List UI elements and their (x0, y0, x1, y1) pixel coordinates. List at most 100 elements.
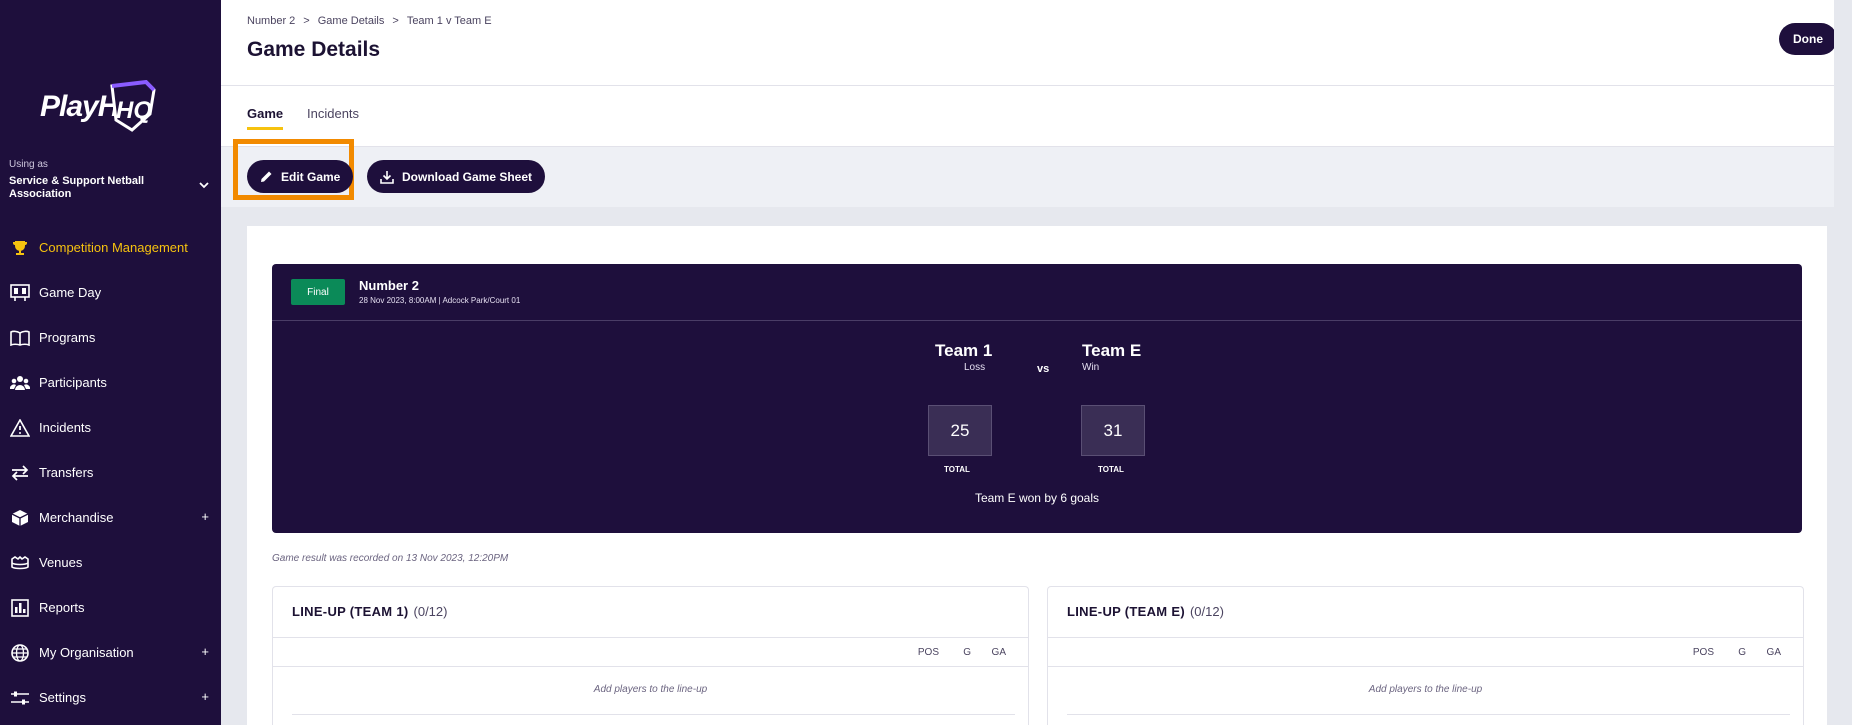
edit-game-button[interactable]: Edit Game (247, 160, 354, 193)
sidebar-item-programs[interactable]: Programs (0, 315, 221, 360)
book-icon (10, 328, 30, 348)
sidebar-item-label: Participants (39, 375, 107, 390)
scoreboard-icon (10, 283, 30, 303)
sidebar-item-label: Venues (39, 555, 83, 570)
column-header-pos: POS (917, 647, 939, 658)
playhq-logo[interactable]: PlayHQ HQ (40, 80, 160, 132)
trophy-icon (10, 238, 30, 258)
lineup-title: LINE-UP (TEAM E) (1067, 604, 1185, 619)
svg-text:HQ: HQ (116, 97, 152, 124)
expand-plus-icon[interactable]: + (201, 644, 209, 659)
sidebar-item-label: Game Day (39, 285, 102, 300)
away-team-name: Team E (1082, 341, 1142, 360)
sidebar-item-label: Merchandise (39, 510, 114, 525)
action-toolbar: Edit Game Download Game Sheet (221, 139, 1852, 207)
lineup-header: LINE-UP (TEAM E) (0/12) (1048, 587, 1803, 638)
divider (1048, 666, 1803, 667)
scrollbar-gutter (1834, 0, 1852, 725)
sidebar-item-my-organisation[interactable]: My Organisation + (0, 630, 221, 675)
column-header-ga: GA (991, 647, 1006, 658)
tab-bar: Game Incidents (221, 86, 1852, 147)
breadcrumb-current: Team 1 v Team E (406, 15, 492, 27)
sidebar-item-label: Programs (39, 330, 96, 345)
sidebar-item-competition-management[interactable]: Competition Management (0, 225, 221, 270)
game-info-bar: Final Number 2 28 Nov 2023, 8:00AM | Adc… (272, 264, 1802, 321)
away-team-result: Win (1082, 362, 1100, 373)
tab-incidents[interactable]: Incidents (307, 106, 359, 127)
status-badge: Final (291, 279, 345, 305)
stadium-icon (10, 553, 30, 573)
home-score: 25 (928, 405, 992, 456)
sidebar: PlayHQ HQ Using as Service & Support Net… (0, 0, 221, 725)
breadcrumb-separator: > (392, 15, 399, 27)
download-game-sheet-label: Download Game Sheet (402, 169, 533, 184)
edit-game-label: Edit Game (281, 169, 341, 184)
sidebar-item-game-day[interactable]: Game Day (0, 270, 221, 315)
breadcrumb-separator: > (303, 15, 310, 27)
download-game-sheet-button[interactable]: Download Game Sheet (367, 160, 546, 193)
page-title: Game Details (247, 38, 381, 61)
page-header: Number 2 > Game Details > Team 1 v Team … (221, 0, 1852, 86)
home-team-result: Loss (964, 362, 986, 373)
divider (292, 714, 1015, 715)
divider (1067, 714, 1790, 715)
lineup-team-e: LINE-UP (TEAM E) (0/12) POS G GA Add play… (1047, 586, 1804, 725)
breadcrumb-link[interactable]: Game Details (318, 15, 385, 27)
pencil-icon (261, 171, 272, 182)
logo-badge-icon: HQ (110, 80, 156, 132)
chevron-down-icon[interactable] (199, 180, 209, 192)
sidebar-item-participants[interactable]: Participants (0, 360, 221, 405)
people-icon (10, 373, 30, 393)
column-header-ga: GA (1766, 647, 1781, 658)
sidebar-nav: Competition Management Game Day Programs… (0, 225, 221, 720)
score-panel: Final Number 2 28 Nov 2023, 8:00AM | Adc… (272, 264, 1802, 533)
game-meta: 28 Nov 2023, 8:00AM | Adcock Park/Court … (359, 296, 521, 305)
expand-plus-icon[interactable]: + (201, 689, 209, 704)
sidebar-item-label: Reports (39, 600, 85, 615)
sidebar-item-merchandise[interactable]: Merchandise + (0, 495, 221, 540)
done-button[interactable]: Done (1779, 23, 1837, 55)
vs-label: vs (1037, 363, 1050, 375)
org-selector[interactable]: Service & Support Netball Association (9, 175, 179, 201)
breadcrumb: Number 2 > Game Details > Team 1 v Team … (247, 15, 492, 27)
lineup-count: (0/12) (1189, 604, 1224, 619)
lineup-count: (0/12) (413, 604, 448, 619)
sidebar-item-transfers[interactable]: Transfers (0, 450, 221, 495)
tab-game[interactable]: Game (247, 106, 284, 130)
sidebar-item-reports[interactable]: Reports (0, 585, 221, 630)
game-summary: Team E won by 6 goals (974, 491, 1100, 505)
add-players-prompt[interactable]: Add players to the line-up (1048, 684, 1803, 695)
sliders-icon (10, 688, 30, 708)
away-total-label: TOTAL (1098, 465, 1124, 474)
sidebar-item-label: Transfers (39, 465, 94, 480)
lineup-team-1: LINE-UP (TEAM 1) (0/12) POS G GA Add play… (272, 586, 1029, 725)
sidebar-item-label: My Organisation (39, 645, 134, 660)
sidebar-item-incidents[interactable]: Incidents (0, 405, 221, 450)
result-recorded-note: Game result was recorded on 13 Nov 2023,… (272, 553, 509, 564)
home-total-label: TOTAL (944, 465, 970, 474)
download-icon (380, 170, 394, 184)
column-header-pos: POS (1692, 647, 1714, 658)
sidebar-item-settings[interactable]: Settings + (0, 675, 221, 720)
box-icon (10, 508, 30, 528)
warning-icon (10, 418, 30, 438)
game-name: Number 2 (359, 278, 419, 293)
game-content-card: Final Number 2 28 Nov 2023, 8:00AM | Adc… (247, 226, 1827, 725)
expand-plus-icon[interactable]: + (201, 509, 209, 524)
sidebar-item-label: Settings (39, 690, 86, 705)
transfer-arrows-icon (10, 463, 30, 483)
sidebar-item-label: Competition Management (39, 240, 188, 255)
divider (273, 666, 1028, 667)
add-players-prompt[interactable]: Add players to the line-up (273, 684, 1028, 695)
breadcrumb-link[interactable]: Number 2 (247, 15, 295, 27)
sidebar-item-label: Incidents (39, 420, 92, 435)
globe-icon (10, 643, 30, 663)
column-header-g: G (963, 647, 971, 658)
column-header-g: G (1738, 647, 1746, 658)
lineup-title: LINE-UP (TEAM 1) (292, 604, 409, 619)
away-score: 31 (1081, 405, 1145, 456)
using-as-label: Using as (9, 159, 48, 170)
home-team-name: Team 1 (935, 341, 993, 360)
lineup-header: LINE-UP (TEAM 1) (0/12) (273, 587, 1028, 638)
sidebar-item-venues[interactable]: Venues (0, 540, 221, 585)
